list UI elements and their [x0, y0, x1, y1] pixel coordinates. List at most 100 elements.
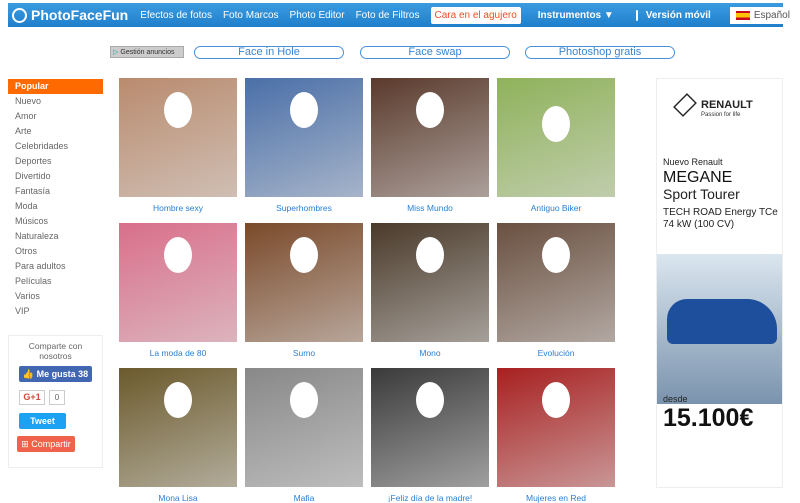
ad-manage-label: Gestión anuncios: [120, 48, 175, 56]
ad-price: 15.100€: [663, 404, 754, 432]
gallery-item[interactable]: Superhombres: [245, 78, 363, 213]
ad-line2: MEGANE: [663, 169, 733, 186]
gallery-item[interactable]: Miss Mundo: [371, 78, 489, 213]
ad-tagline: Passion for life: [701, 112, 741, 118]
face-hole: [416, 237, 444, 273]
camera-icon: [12, 7, 27, 23]
face-hole: [290, 237, 318, 273]
template-label[interactable]: Mono: [371, 348, 489, 358]
tweet-button[interactable]: Tweet: [19, 413, 66, 429]
sidebar-item[interactable]: Fantasía: [8, 184, 103, 199]
gallery-item[interactable]: ¡Feliz día de la madre!: [371, 368, 489, 503]
gallery-item[interactable]: Mafia: [245, 368, 363, 503]
gallery-item[interactable]: La moda de 80: [119, 223, 237, 358]
template-thumbnail[interactable]: [245, 368, 363, 487]
template-label[interactable]: Sumo: [245, 348, 363, 358]
mobile-icon: [635, 9, 638, 21]
language-label: Español: [753, 9, 790, 21]
face-hole: [290, 382, 318, 418]
template-label[interactable]: La moda de 80: [119, 348, 237, 358]
tweet-label: Tweet: [30, 416, 55, 426]
nav-instrumentos[interactable]: Instrumentos ▼: [538, 10, 614, 21]
nav-editor[interactable]: Photo Editor: [290, 10, 345, 21]
sidebar-item[interactable]: Popular: [8, 79, 103, 94]
face-hole: [164, 92, 192, 128]
face-hole: [164, 382, 192, 418]
nav-marcos[interactable]: Foto Marcos: [223, 10, 279, 21]
ad-line3: Sport Tourer: [663, 186, 740, 202]
pill-face-in-hole[interactable]: Face in Hole: [194, 46, 344, 59]
template-thumbnail[interactable]: [245, 78, 363, 197]
renault-logo-icon: [673, 93, 697, 117]
gallery-item[interactable]: Mono: [371, 223, 489, 358]
template-thumbnail[interactable]: [497, 223, 615, 342]
logo[interactable]: PhotoFaceFun: [12, 7, 128, 23]
nav-filtros[interactable]: Foto de Filtros: [356, 10, 420, 21]
face-hole: [164, 237, 192, 273]
sidebar-item[interactable]: Deportes: [8, 154, 103, 169]
template-thumbnail[interactable]: [119, 223, 237, 342]
template-thumbnail[interactable]: [119, 78, 237, 197]
sidebar-item[interactable]: Arte: [8, 124, 103, 139]
face-hole: [542, 237, 570, 273]
sidebar-item[interactable]: Divertido: [8, 169, 103, 184]
facebook-like-button[interactable]: 👍 Me gusta 38: [19, 366, 92, 382]
face-hole: [290, 92, 318, 128]
ad-line4: TECH ROAD Energy TCe 74 kW (100 CV): [663, 207, 778, 230]
like-label: Me gusta 38: [36, 369, 89, 379]
template-thumbnail[interactable]: [497, 78, 615, 197]
sidebar-item[interactable]: Películas: [8, 274, 103, 289]
top-navbar: PhotoFaceFun Efectos de fotos Foto Marco…: [8, 3, 796, 27]
ad-manage-button[interactable]: ▷ Gestión anuncios: [110, 46, 184, 58]
sidebar-item[interactable]: Otros: [8, 244, 103, 259]
template-label[interactable]: Antiguo Biker: [497, 203, 615, 213]
sidebar-item[interactable]: Amor: [8, 109, 103, 124]
sidebar-item[interactable]: Naturaleza: [8, 229, 103, 244]
gallery-item[interactable]: Antiguo Biker: [497, 78, 615, 213]
sidebar-item[interactable]: Varios: [8, 289, 103, 304]
sidebar-item[interactable]: VIP: [8, 304, 103, 319]
share-button[interactable]: ⊞ Compartir: [17, 436, 75, 452]
template-thumbnail[interactable]: [371, 223, 489, 342]
category-sidebar: Popular Nuevo Amor Arte Celebridades Deportes…: [8, 79, 103, 319]
share-box: Comparte con nosotros 👍 Me gusta 38 G+1 …: [8, 335, 103, 468]
sidebar-item[interactable]: Celebridades: [8, 139, 103, 154]
template-thumbnail[interactable]: [371, 78, 489, 197]
ad-car-body: [667, 299, 777, 344]
template-thumbnail[interactable]: [245, 223, 363, 342]
face-hole: [542, 106, 570, 142]
nav-cara-agujero[interactable]: Cara en el agujero: [430, 6, 521, 24]
template-label[interactable]: ¡Feliz día de la madre!: [371, 493, 489, 503]
template-label[interactable]: Evolución: [497, 348, 615, 358]
sidebar-item[interactable]: Moda: [8, 199, 103, 214]
gallery-item[interactable]: Hombre sexy: [119, 78, 237, 213]
nav-efectos[interactable]: Efectos de fotos: [140, 10, 212, 21]
renault-ad[interactable]: RENAULT Passion for life Nuevo Renault M…: [656, 78, 783, 488]
template-label[interactable]: Superhombres: [245, 203, 363, 213]
sidebar-item[interactable]: Músicos: [8, 214, 103, 229]
template-label[interactable]: Mona Lisa: [119, 493, 237, 503]
gallery-item[interactable]: Evolución: [497, 223, 615, 358]
template-thumbnail[interactable]: [497, 368, 615, 487]
gallery-item[interactable]: Mona Lisa: [119, 368, 237, 503]
gallery-item[interactable]: Sumo: [245, 223, 363, 358]
share-title: Comparte con nosotros: [28, 341, 83, 361]
gplus-button[interactable]: G+1: [19, 390, 45, 405]
sidebar-item[interactable]: Nuevo: [8, 94, 103, 109]
pill-photoshop[interactable]: Photoshop gratis: [525, 46, 675, 59]
pill-face-swap[interactable]: Face swap: [360, 46, 510, 59]
template-thumbnail[interactable]: [119, 368, 237, 487]
face-hole: [542, 382, 570, 418]
gallery-item[interactable]: Mujeres en Red: [497, 368, 615, 503]
language-selector[interactable]: Español: [729, 6, 796, 24]
ad-line1: Nuevo Renault: [663, 157, 723, 167]
share-label: Compartir: [31, 439, 71, 449]
sidebar-item[interactable]: Para adultos: [8, 259, 103, 274]
template-label[interactable]: Hombre sexy: [119, 203, 237, 213]
template-thumbnail[interactable]: [371, 368, 489, 487]
template-label[interactable]: Mafia: [245, 493, 363, 503]
template-label[interactable]: Mujeres en Red: [497, 493, 615, 503]
nav-mobile[interactable]: Versión móvil: [646, 10, 711, 21]
gplus-count: 0: [49, 390, 65, 405]
template-label[interactable]: Miss Mundo: [371, 203, 489, 213]
